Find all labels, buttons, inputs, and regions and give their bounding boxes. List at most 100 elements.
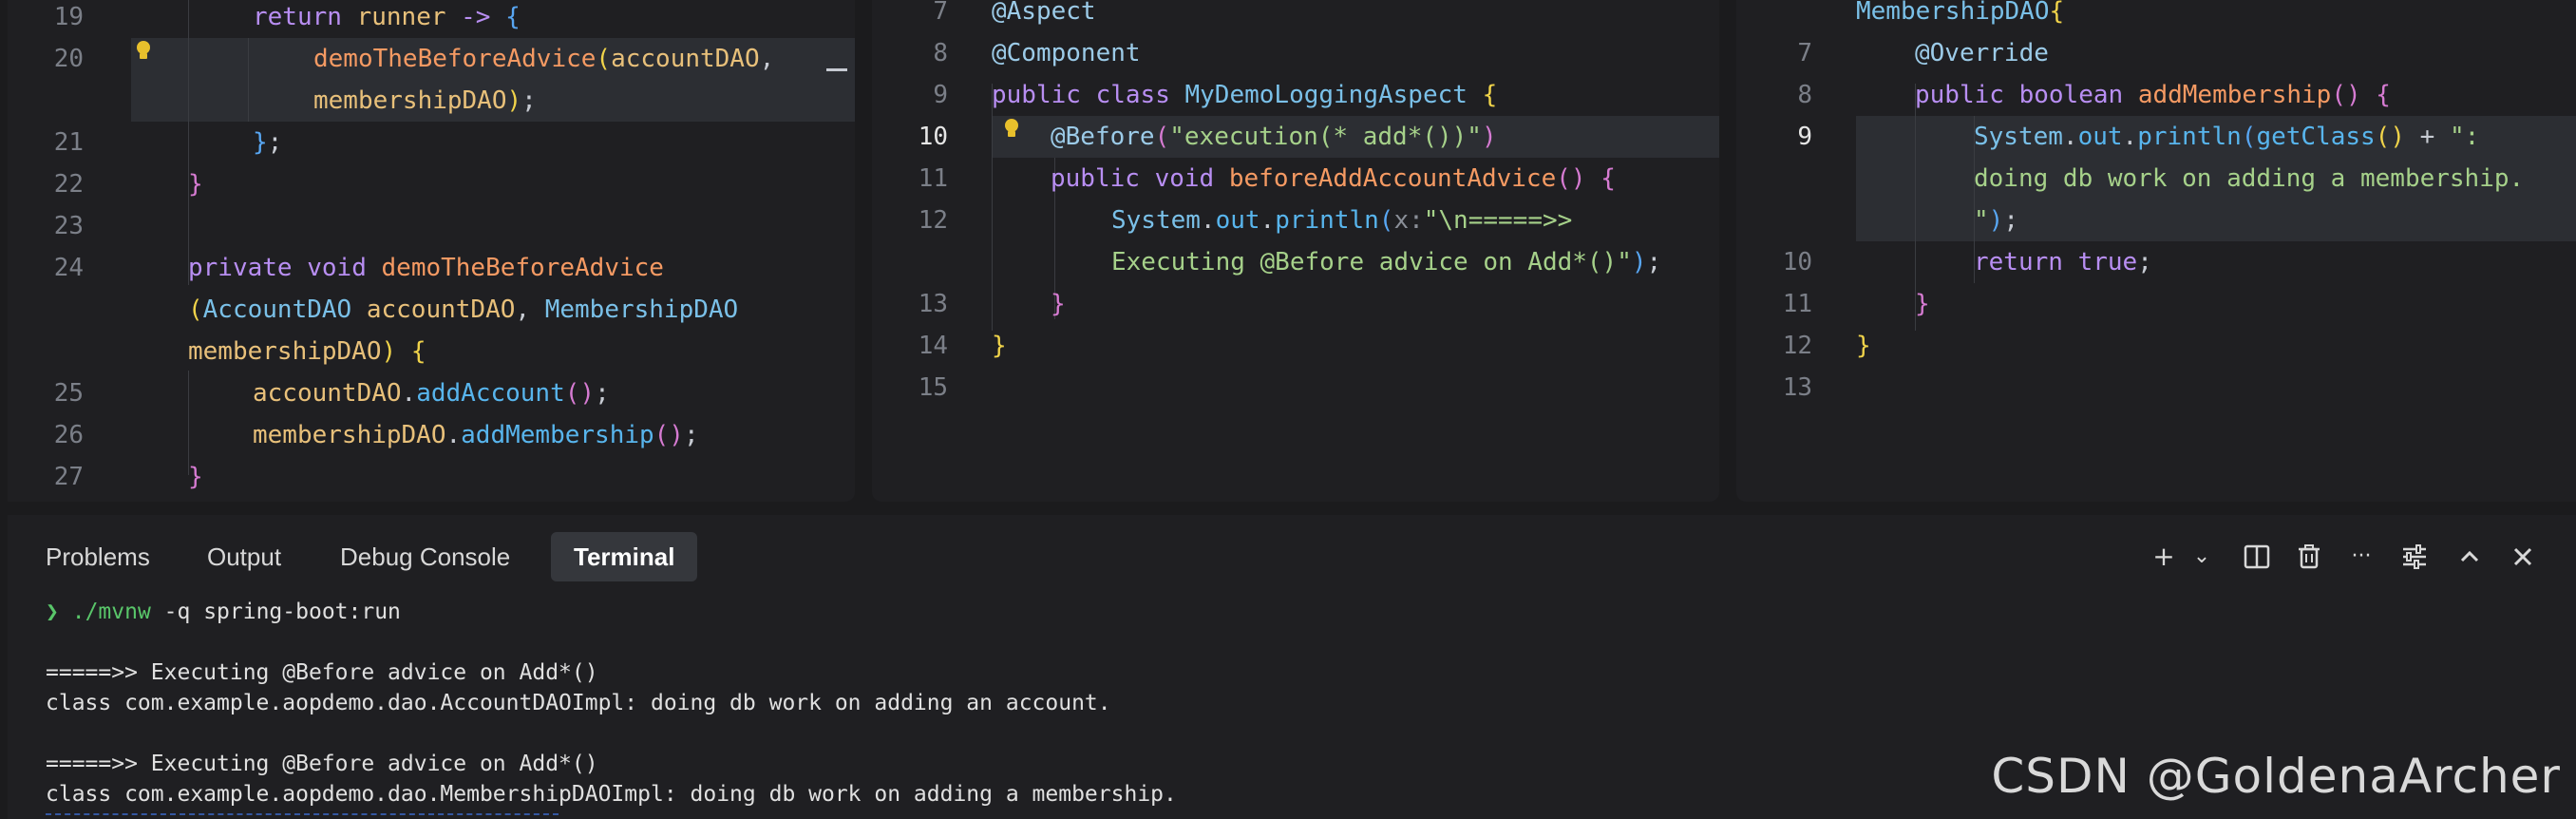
code-line[interactable]: public void beforeAddAccountAdvice() { — [1051, 158, 1616, 200]
code-line[interactable]: membershipDAO) { — [188, 331, 426, 372]
code-line[interactable]: @Component — [992, 32, 1141, 74]
prompt-icon: ❯ — [46, 600, 59, 624]
code-token: , — [515, 295, 545, 324]
terminal-command-args: -q spring-boot:run — [150, 600, 401, 624]
code-token: ; — [521, 86, 537, 115]
code-token: () — [1556, 164, 1601, 193]
code-line[interactable]: (AccountDAO accountDAO, MembershipDAO — [188, 289, 738, 331]
code-token: ; — [1646, 248, 1662, 276]
code-token: getClass — [2256, 123, 2376, 151]
code-token: } — [188, 170, 203, 199]
line-number: 7 — [933, 0, 948, 26]
chevron-down-icon[interactable]: ⌄ — [2185, 540, 2219, 574]
code-token: "execution(* add*())" — [1169, 123, 1482, 151]
code-line[interactable]: accountDAO.addAccount(); — [253, 372, 610, 414]
lightbulb-icon[interactable] — [1003, 118, 1020, 141]
code-line[interactable]: } — [992, 325, 1007, 367]
code-token: . — [1200, 206, 1216, 235]
code-line[interactable]: System.out.println(x:"\n=====>> — [1111, 200, 1572, 241]
lightbulb-icon[interactable] — [135, 40, 152, 63]
code-token: ( — [188, 295, 203, 324]
code-token: + — [2404, 123, 2450, 151]
line-number: 10 — [918, 123, 948, 151]
code-line[interactable]: return runner -> { — [253, 0, 521, 38]
code-token: void — [1154, 164, 1229, 193]
code-line[interactable]: }; — [253, 122, 282, 163]
code-token: class — [1095, 81, 1185, 109]
code-line[interactable]: demoTheBeforeAdvice(accountDAO, — [313, 38, 774, 80]
code-line[interactable]: Executing @Before advice on Add*()"); — [1111, 241, 1661, 283]
code-line[interactable]: public class MyDemoLoggingAspect { — [992, 74, 1497, 116]
code-token: demoTheBeforeAdvice — [381, 254, 664, 282]
code-token: . — [2062, 123, 2078, 151]
code-line[interactable]: @Override — [1915, 32, 2049, 74]
code-line[interactable]: MembershipDAO{ — [1856, 0, 2064, 32]
line-number: 21 — [53, 128, 84, 157]
code-token: { — [1482, 81, 1498, 109]
tab-problems[interactable]: Problems — [23, 532, 173, 581]
code-line[interactable]: } — [188, 163, 203, 205]
code-line[interactable]: } — [1856, 325, 1871, 367]
code-token: System — [1111, 206, 1201, 235]
code-line[interactable]: @Aspect — [992, 0, 1096, 32]
code-line[interactable]: @Before("execution(* add*())") — [1051, 116, 1497, 158]
maximize-panel-icon[interactable] — [2453, 540, 2487, 574]
line-number: 11 — [918, 164, 948, 193]
code-token: ": — [2449, 123, 2480, 151]
code-line[interactable]: public boolean addMembership() { — [1915, 74, 2391, 116]
line-number: 20 — [53, 45, 84, 73]
new-terminal-icon[interactable]: + — [2147, 540, 2181, 574]
line-number: 8 — [933, 39, 948, 67]
editor-pane-left[interactable]: 19 return runner -> {20 demoTheBeforeAdvic… — [8, 0, 855, 502]
line-number: 22 — [53, 170, 84, 199]
code-token: . — [401, 379, 417, 408]
code-token: { — [2376, 81, 2391, 109]
code-token: out — [2077, 123, 2123, 151]
trash-icon[interactable] — [2292, 540, 2326, 574]
tab-output[interactable]: Output — [184, 532, 304, 581]
code-line[interactable]: membershipDAO.addMembership(); — [253, 414, 699, 456]
more-icon[interactable]: ··· — [2344, 540, 2378, 574]
code-token: } — [992, 332, 1007, 360]
line-number: 12 — [918, 206, 948, 235]
tab-terminal[interactable]: Terminal — [551, 532, 698, 581]
code-token: x: — [1393, 206, 1424, 235]
split-terminal-icon[interactable] — [2240, 540, 2274, 574]
tab-debug-console[interactable]: Debug Console — [317, 532, 533, 581]
code-token: } — [1915, 290, 1930, 318]
code-line[interactable]: System.out.println(getClass() + ": — [1974, 116, 2479, 158]
terminal-command-line[interactable]: ❯ ./mvnw -q spring-boot:run — [46, 597, 401, 627]
settings-sliders-icon[interactable] — [2397, 540, 2432, 574]
code-line[interactable]: return true; — [1974, 241, 2152, 283]
editor-pane-middle[interactable]: 7 @Aspect 8 @Component 9 public class MyDemoL… — [872, 0, 1719, 502]
watermark: CSDN @GoldenaArcher — [1991, 749, 2561, 804]
code-token: . — [445, 421, 462, 449]
code-token: accountDAO — [611, 45, 760, 73]
code-token: "\n=====>> — [1423, 206, 1573, 235]
line-number: 25 — [53, 379, 84, 408]
code-line[interactable]: } — [188, 456, 203, 498]
code-token: } — [1051, 290, 1066, 318]
code-token: addMembership — [2137, 81, 2332, 109]
collapse-indicator-icon[interactable] — [826, 68, 847, 71]
code-token: } — [1856, 332, 1871, 360]
code-line[interactable]: private void demoTheBeforeAdvice — [188, 247, 664, 289]
code-token: @Aspect — [992, 0, 1096, 26]
code-token: true — [2077, 248, 2138, 276]
code-line[interactable]: doing db work on adding a membership. — [1974, 158, 2524, 200]
code-token: public — [1915, 81, 2019, 109]
code-line[interactable]: } — [1051, 283, 1066, 325]
code-line[interactable]: membershipDAO); — [313, 80, 537, 122]
code-token: beforeAddAccountAdvice — [1228, 164, 1557, 193]
code-token: ; — [2137, 248, 2152, 276]
code-line[interactable]: } — [1915, 283, 1930, 325]
code-token: ; — [683, 421, 699, 449]
code-token: ( — [1378, 206, 1394, 235]
code-line[interactable]: "); — [1974, 200, 2018, 241]
code-token: ) — [1988, 206, 2004, 235]
editor-pane-right[interactable]: MembershipDAO{7 @Override 8 public boolean … — [1736, 0, 2576, 502]
close-panel-icon[interactable] — [2506, 540, 2540, 574]
indent-guide — [992, 84, 993, 331]
terminal-output-line: =====>> Executing @Before advice on Add*… — [46, 660, 598, 685]
code-token: MembershipDAO — [1856, 0, 2050, 26]
